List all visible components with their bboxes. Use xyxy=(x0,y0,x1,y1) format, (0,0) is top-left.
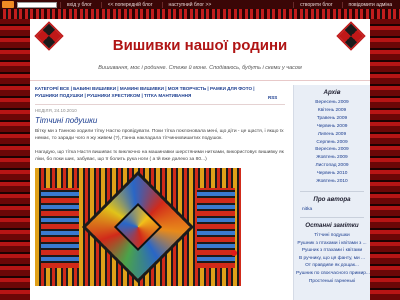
archive-item[interactable]: Листопад 2009 xyxy=(294,162,370,170)
post-paragraph: Вітку ми з Ганною ходили тітку Настю про… xyxy=(35,129,284,141)
navbar-search-input[interactable] xyxy=(17,1,57,8)
divider xyxy=(300,190,364,192)
archive-list: Вересень 2009 Квітень 2009 Травень 2009 … xyxy=(294,99,370,186)
recent-post-link[interactable]: Простенькі гарненькі xyxy=(294,278,370,286)
navbar-create-blog-link[interactable]: створити блог xyxy=(293,1,338,8)
recent-post-link[interactable]: От правдиве як дощак... xyxy=(294,262,370,270)
archive-item[interactable]: Травень 2009 xyxy=(294,115,370,123)
ornament-band-top xyxy=(0,9,400,19)
about-title: Про автора xyxy=(313,195,351,203)
archive-item[interactable]: Вересень 2009 xyxy=(294,99,370,107)
post-title[interactable]: Тітчині подушки xyxy=(35,116,290,125)
blog-description: Вишивання, моє і родинне. Стеже й моне. … xyxy=(98,65,302,71)
divider xyxy=(300,216,364,218)
archive-item[interactable]: Квітень 2009 xyxy=(294,107,370,115)
navbar-report-link[interactable]: повідомити адміна xyxy=(341,1,398,8)
navbar-prev-blog-link[interactable]: << попередній блог xyxy=(100,1,159,8)
archive-item[interactable]: Червень 2010 xyxy=(294,170,370,178)
blog-header: Вишивки нашої родини Вишивання, моє і ро… xyxy=(30,19,370,81)
sidebar: Архів Вересень 2009 Квітень 2009 Травень… xyxy=(293,85,370,300)
archive-item[interactable]: Червень 2009 xyxy=(294,123,370,131)
archive-item[interactable]: Жовтень 2009 xyxy=(294,154,370,162)
navbar-next-blog-link[interactable]: наступний блог >> xyxy=(161,1,218,8)
blog-page: Вишивки нашої родини Вишивання, моє і ро… xyxy=(30,19,370,300)
archive-title: Архів xyxy=(323,89,341,96)
recent-posts-list: Тітчині подушки Рушник з птахами і квіта… xyxy=(294,232,370,285)
divider xyxy=(35,104,285,105)
blogger-logo-icon[interactable] xyxy=(2,1,14,8)
recent-posts-title: Останні замітки xyxy=(305,221,359,229)
recent-post-link[interactable]: В ручнику, що ця фанту, ми ... xyxy=(294,255,370,263)
archive-item[interactable]: Серпень 2009 xyxy=(294,139,370,147)
main-column: КАТЕГОРІЇ ВСЕ | БАБИНІ ВИШИВКИ | МАМИНІ … xyxy=(35,85,290,300)
recent-post-link[interactable]: Тітчині подушки xyxy=(294,232,370,240)
author-profile-link[interactable]: nitka xyxy=(294,207,370,212)
ornament-border-right xyxy=(370,19,400,300)
blog-title[interactable]: Вишивки нашої родини xyxy=(30,37,370,54)
category-links[interactable]: КАТЕГОРІЇ ВСЕ | БАБИНІ ВИШИВКИ | МАМИНІ … xyxy=(35,85,263,99)
recent-post-link[interactable]: Рушник по своєчасного примир... xyxy=(294,270,370,278)
blogger-navbar: вхід у блог << попередній блог наступний… xyxy=(0,0,400,9)
post-date: неділя, 24.10.2010 xyxy=(35,108,77,113)
archive-item[interactable]: Липень 2009 xyxy=(294,131,370,139)
navbar-sign-in-link[interactable]: вхід у блог xyxy=(60,1,98,8)
post-paragraph: Нагадую, що тітка Настя вишиває їх виклю… xyxy=(35,150,284,162)
archive-item[interactable]: Жовтень 2010 xyxy=(294,178,370,186)
recent-post-link[interactable]: Рушник з птахами і квітами з ... xyxy=(294,240,370,248)
archive-item[interactable]: Вересень 2009 xyxy=(294,146,370,154)
rss-link[interactable]: RSS xyxy=(268,95,277,100)
ornament-border-left xyxy=(0,19,30,300)
recent-post-link[interactable]: Рушник з птахами і квітами xyxy=(294,247,370,255)
embroidered-pillow-photo[interactable] xyxy=(35,168,241,286)
